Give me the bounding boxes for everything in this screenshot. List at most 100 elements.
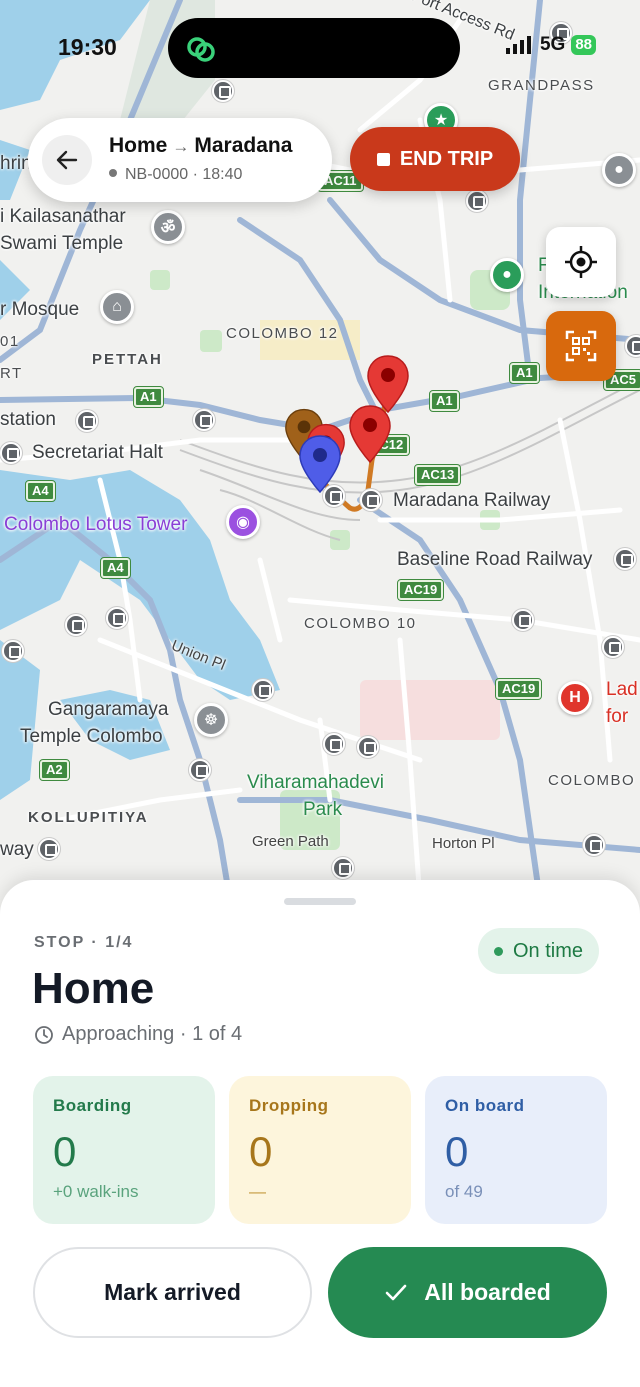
trip-origin: Home bbox=[109, 134, 168, 157]
current-location-pin-icon[interactable] bbox=[298, 434, 342, 494]
trip-meta: NB-0000 · 18:40 bbox=[109, 166, 242, 184]
hospital-icon[interactable]: H bbox=[558, 681, 592, 715]
bus-stop-icon[interactable] bbox=[189, 759, 211, 781]
road-shield: A2 bbox=[39, 759, 70, 781]
stop-pin-icon[interactable] bbox=[348, 404, 392, 464]
map-label-kovil-1: i Kailasanathar bbox=[0, 206, 126, 227]
map-label-colombo7: COLOMBO bbox=[548, 772, 636, 789]
bus-stop-icon[interactable] bbox=[106, 607, 128, 629]
boarding-walkins: +0 walk-ins bbox=[53, 1182, 139, 1201]
sheet-drag-handle[interactable] bbox=[284, 898, 356, 905]
map-label-01: 01 bbox=[0, 333, 20, 350]
trip-route: Home → Maradana bbox=[109, 134, 292, 158]
onboard-capacity: of 49 bbox=[445, 1182, 483, 1201]
status-dot-icon bbox=[494, 946, 503, 956]
stop-bottom-sheet: STOP · 1/4 Home Approaching · 1 of 4 On … bbox=[0, 880, 640, 1387]
map-label-horton-pl: Horton Pl bbox=[432, 835, 495, 852]
end-trip-button[interactable]: END TRIP bbox=[350, 127, 520, 191]
all-boarded-button[interactable]: All boarded bbox=[328, 1247, 607, 1338]
map-label-viharamahadevi-1: Viharamahadevi bbox=[247, 772, 384, 793]
mosque-icon[interactable]: ⌂ bbox=[100, 290, 134, 324]
map-label-mosque: r Mosque bbox=[0, 299, 80, 320]
map-label-colombo12: COLOMBO 12 bbox=[226, 325, 339, 342]
road-shield: A1 bbox=[429, 390, 460, 412]
arrow-right-icon: → bbox=[172, 137, 190, 156]
road-shield: AC13 bbox=[413, 464, 462, 486]
bus-stop-icon[interactable] bbox=[252, 679, 274, 701]
boarding-count: 0 bbox=[53, 1128, 77, 1175]
status-dot-icon bbox=[109, 169, 117, 177]
dropping-stat-card[interactable]: Dropping 0 — bbox=[229, 1076, 411, 1224]
place-pin-icon[interactable]: ● bbox=[490, 258, 524, 292]
trip-destination: Maradana bbox=[194, 134, 293, 157]
map-label-gangaramaya-2: Temple Colombo bbox=[20, 726, 163, 747]
map-label-grandpass: GRANDPASS bbox=[488, 77, 595, 94]
dharma-wheel-icon[interactable]: ☸ bbox=[194, 703, 228, 737]
link-app-icon bbox=[187, 37, 215, 62]
place-pin-icon[interactable]: ● bbox=[602, 153, 636, 187]
stop-index: STOP · 1/4 bbox=[34, 934, 134, 951]
arrow-left-icon bbox=[56, 150, 78, 170]
bus-stop-icon[interactable] bbox=[38, 838, 60, 860]
bus-stop-icon[interactable] bbox=[0, 442, 22, 464]
map-label-kollupitiya: KOLLUPITIYA bbox=[28, 809, 149, 826]
bus-stop-icon[interactable] bbox=[357, 736, 379, 758]
map-label-green-path: Green Path bbox=[252, 833, 329, 850]
recenter-location-button[interactable] bbox=[546, 227, 616, 297]
map-label-viharamahadevi-2: Park bbox=[303, 799, 343, 820]
temple-icon[interactable]: ॐ bbox=[151, 210, 185, 244]
bus-stop-icon[interactable] bbox=[332, 857, 354, 879]
bus-stop-icon[interactable] bbox=[583, 834, 605, 856]
map-label-maradana-railway: Maradana Railway bbox=[393, 490, 551, 511]
map-label-baseline-railway: Baseline Road Railway bbox=[397, 549, 593, 570]
road-shield: A4 bbox=[100, 557, 131, 579]
map-label-way: way bbox=[0, 839, 34, 860]
bus-stop-icon[interactable] bbox=[65, 614, 87, 636]
bus-stop-icon[interactable] bbox=[625, 335, 640, 357]
onboard-stat-card[interactable]: On board 0 of 49 bbox=[425, 1076, 607, 1224]
mark-arrived-label: Mark arrived bbox=[104, 1279, 241, 1305]
bus-stop-icon[interactable] bbox=[466, 190, 488, 212]
bus-stop-icon[interactable] bbox=[193, 409, 215, 431]
mark-arrived-button[interactable]: Mark arrived bbox=[33, 1247, 312, 1338]
road-shield: AC19 bbox=[494, 678, 543, 700]
bus-stop-icon[interactable] bbox=[602, 636, 624, 658]
map-label-colombo10: COLOMBO 10 bbox=[304, 615, 417, 632]
map-label-gangaramaya-1: Gangaramaya bbox=[48, 699, 169, 720]
boarding-stat-card[interactable]: Boarding 0 +0 walk-ins bbox=[33, 1076, 215, 1224]
dropping-count: 0 bbox=[249, 1128, 273, 1175]
back-button[interactable] bbox=[42, 135, 92, 185]
end-trip-label: END TRIP bbox=[399, 147, 494, 170]
dropping-label: Dropping bbox=[249, 1096, 329, 1115]
map-label-pettah: PETTAH bbox=[92, 351, 163, 368]
bus-stop-icon[interactable] bbox=[512, 609, 534, 631]
bus-stop-icon[interactable] bbox=[76, 410, 98, 432]
map-label-rt: RT bbox=[0, 365, 23, 382]
stop-name: Home bbox=[32, 964, 155, 1013]
onboard-label: On board bbox=[445, 1096, 525, 1115]
road-shield: A1 bbox=[509, 362, 540, 384]
clock-icon bbox=[35, 1025, 53, 1044]
stop-eta-text: Approaching · 1 of 4 bbox=[62, 1023, 243, 1045]
status-time: 19:30 bbox=[58, 34, 117, 60]
trip-header-card: Home → Maradana NB-0000 · 18:40 bbox=[28, 118, 332, 202]
all-boarded-label: All boarded bbox=[424, 1279, 551, 1305]
boarding-label: Boarding bbox=[53, 1096, 132, 1115]
signal-icon bbox=[505, 36, 531, 54]
bus-stop-icon[interactable] bbox=[2, 640, 24, 662]
camera-icon[interactable]: ◉ bbox=[226, 505, 260, 539]
bus-stop-icon[interactable] bbox=[323, 733, 345, 755]
qr-scan-button[interactable] bbox=[546, 311, 616, 381]
bus-stop-icon[interactable] bbox=[360, 489, 382, 511]
map-label-lotus-tower: Colombo Lotus Tower bbox=[4, 514, 188, 535]
status-indicators: 5G 88 bbox=[505, 34, 596, 56]
map-label-station: station bbox=[0, 409, 56, 430]
qr-scan-icon bbox=[565, 330, 597, 362]
battery-icon: 88 bbox=[571, 35, 596, 55]
bus-stop-icon[interactable] bbox=[212, 80, 234, 102]
map-label-lady-1: Lad bbox=[606, 679, 638, 700]
status-badge: On time bbox=[478, 928, 600, 974]
road-shield: A4 bbox=[25, 480, 56, 502]
onboard-count: 0 bbox=[445, 1128, 469, 1175]
bus-stop-icon[interactable] bbox=[614, 548, 636, 570]
